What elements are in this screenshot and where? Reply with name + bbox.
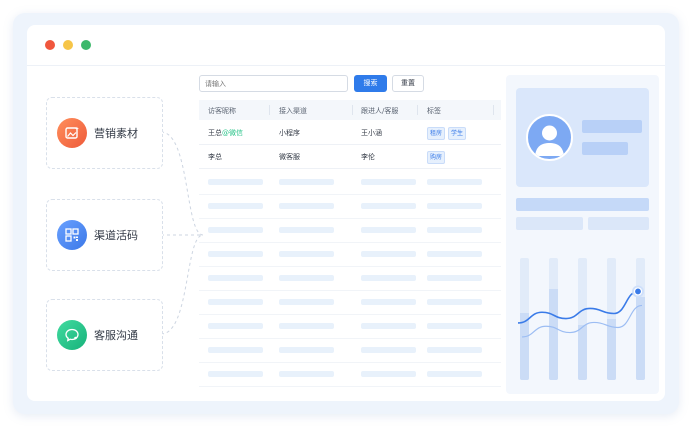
trend-point[interactable] — [633, 287, 643, 296]
trend-line — [517, 290, 639, 324]
activity-trend-chart — [517, 285, 644, 338]
